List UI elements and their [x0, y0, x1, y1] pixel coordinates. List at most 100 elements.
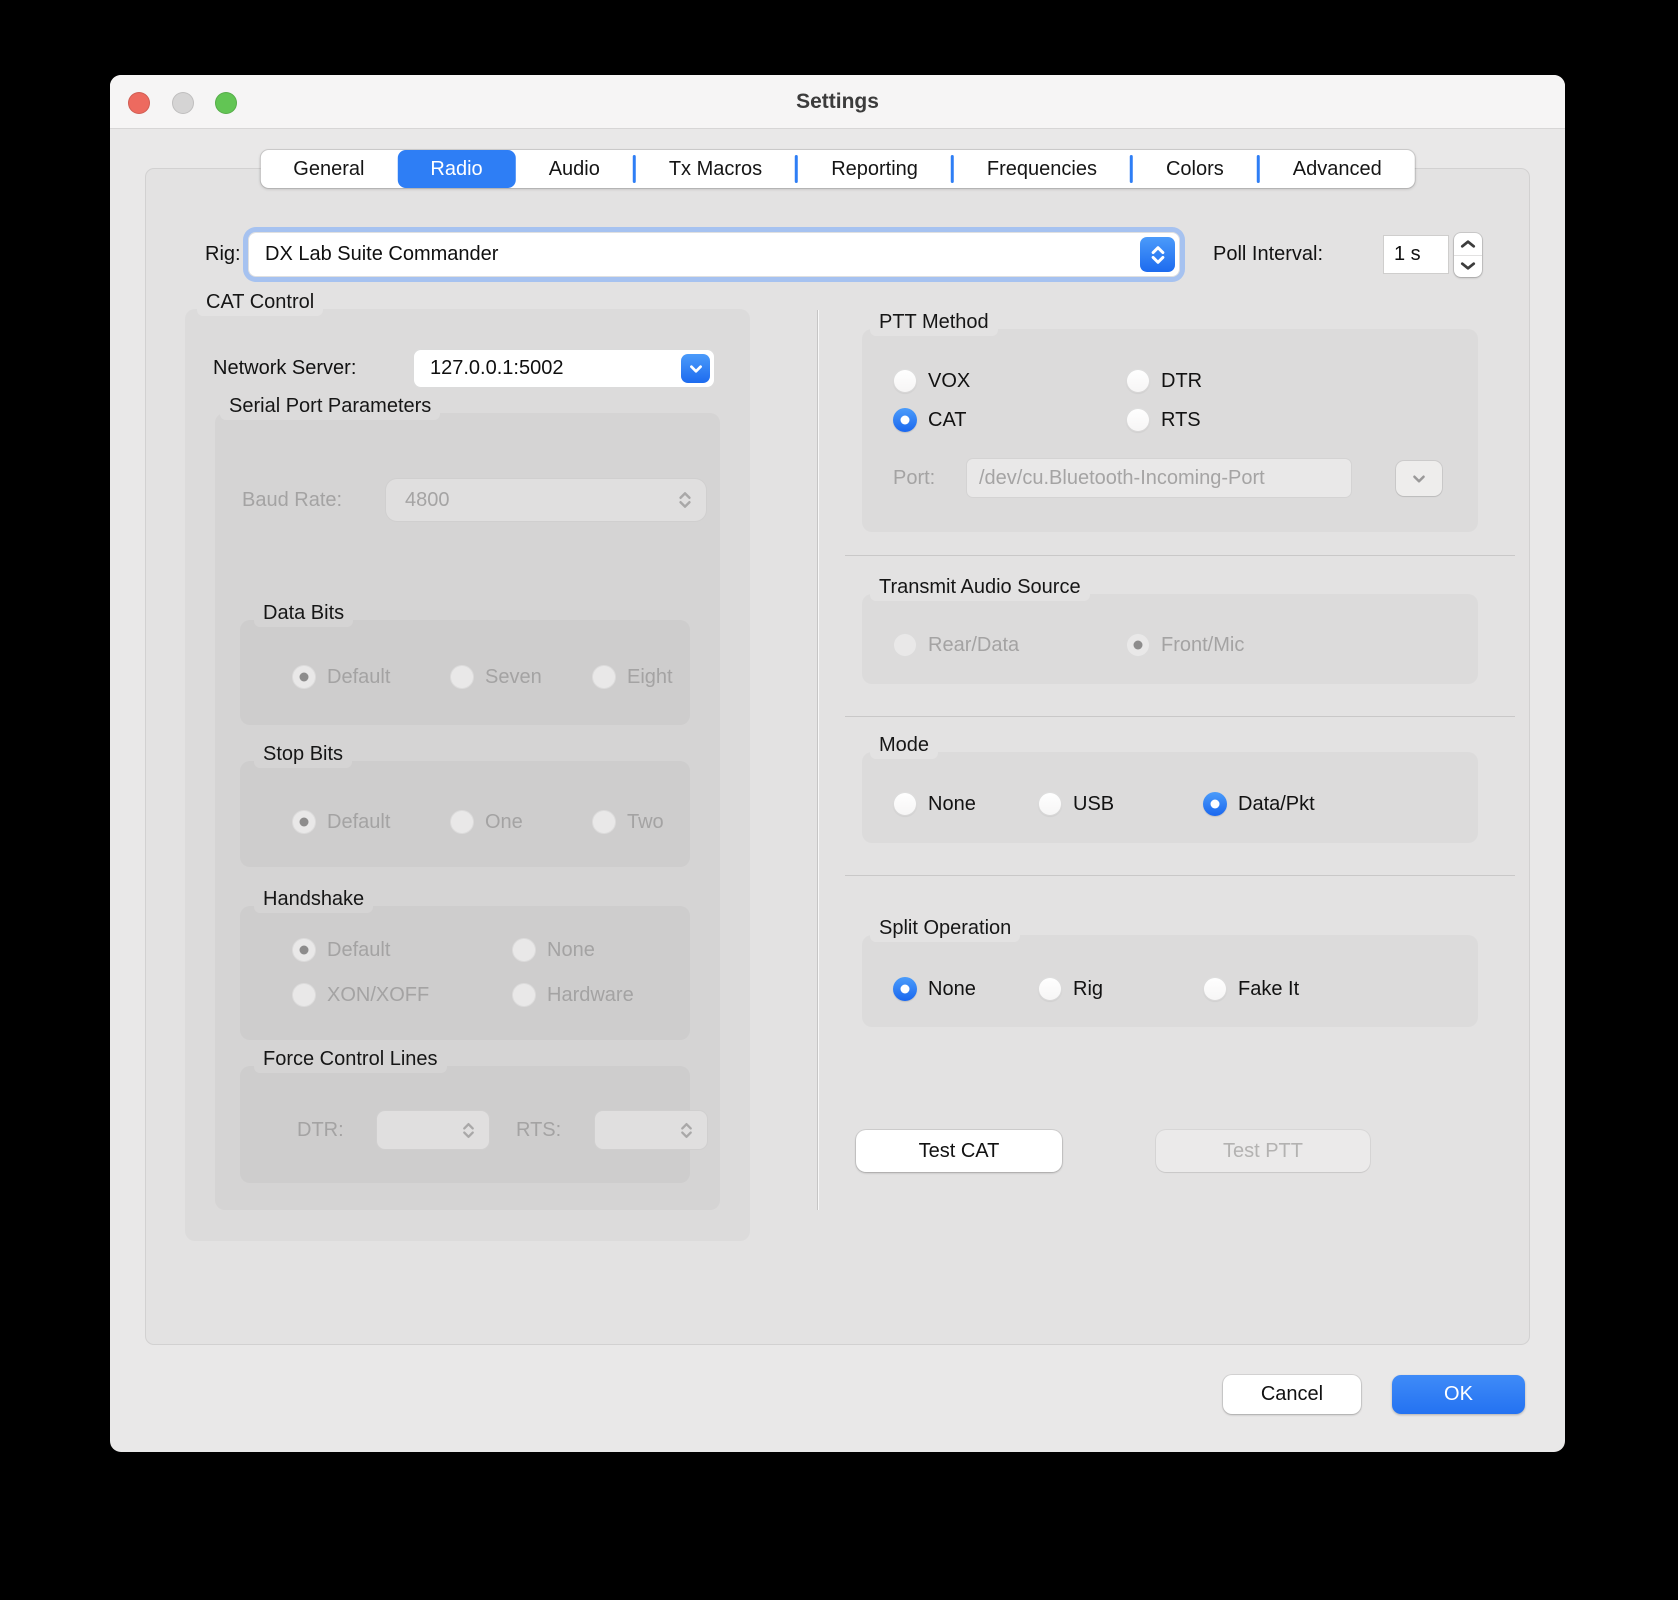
tab-general[interactable]: General — [260, 150, 397, 188]
port-dropdown-button — [1396, 461, 1442, 496]
chevron-up-down-icon — [677, 490, 693, 510]
poll-interval-input[interactable] — [1383, 235, 1449, 274]
chevron-down-icon[interactable] — [681, 354, 710, 383]
radio-ptt-cat[interactable]: CAT — [893, 407, 967, 433]
dtr-row: DTR: — [297, 1110, 344, 1150]
radio-split-rig[interactable]: Rig — [1038, 976, 1103, 1002]
radio-split-none[interactable]: None — [893, 976, 976, 1002]
radio-icon — [292, 810, 316, 834]
split-operation-title: Split Operation — [870, 914, 1021, 942]
radio-icon — [592, 810, 616, 834]
rig-label: Rig: — [205, 243, 241, 265]
tab-reporting[interactable]: Reporting — [798, 150, 951, 188]
radio-handshake-xon-xoff: XON/XOFF — [292, 982, 429, 1008]
rig-combo[interactable]: DX Lab Suite Commander — [248, 232, 1180, 277]
tab-audio[interactable]: Audio — [516, 150, 633, 188]
radio-handshake-default: Default — [292, 937, 390, 963]
rts-label: RTS: — [516, 1118, 562, 1141]
baud-rate-dropdown: 4800 — [385, 478, 707, 522]
radio-mode-none[interactable]: None — [893, 791, 976, 817]
section-separator — [845, 555, 1515, 556]
rig-row: Rig: — [205, 232, 241, 277]
rts-row: RTS: — [516, 1110, 561, 1150]
radio-ptt-rts[interactable]: RTS — [1126, 407, 1201, 433]
radio-data-bits-seven: Seven — [450, 664, 542, 690]
radio-handshake-hardware: Hardware — [512, 982, 634, 1008]
radio-stop-bits-default: Default — [292, 809, 390, 835]
radio-icon[interactable] — [893, 408, 917, 432]
tab-bar: General Radio Audio Tx Macros Reporting … — [260, 150, 1415, 188]
cat-control-title: CAT Control — [197, 288, 324, 316]
radio-icon[interactable] — [893, 977, 917, 1001]
radio-tas-front-mic: Front/Mic — [1126, 632, 1244, 658]
section-separator — [845, 716, 1515, 717]
tab-colors[interactable]: Colors — [1133, 150, 1257, 188]
mode-title: Mode — [870, 731, 939, 759]
data-bits-title: Data Bits — [254, 599, 354, 627]
section-separator — [845, 875, 1515, 876]
network-server-value: 127.0.0.1:5002 — [430, 357, 564, 379]
chevron-up-down-icon — [679, 1121, 694, 1140]
radio-icon — [512, 983, 536, 1007]
radio-icon — [893, 633, 917, 657]
radio-icon[interactable] — [1203, 977, 1227, 1001]
poll-interval-label: Poll Interval: — [1213, 243, 1324, 265]
chevron-up-down-icon[interactable] — [1140, 237, 1175, 272]
screen: Settings General Radio Audio Tx Macros R… — [0, 0, 1678, 1600]
radio-icon[interactable] — [1126, 408, 1150, 432]
radio-data-bits-default: Default — [292, 664, 390, 690]
port-row: Port: — [893, 458, 935, 498]
ok-button[interactable]: OK — [1392, 1375, 1525, 1414]
radio-icon — [450, 810, 474, 834]
stop-bits-title: Stop Bits — [254, 740, 353, 768]
radio-icon[interactable] — [893, 369, 917, 393]
serial-port-parameters-title: Serial Port Parameters — [220, 392, 441, 420]
chevron-up-down-icon — [461, 1121, 476, 1140]
port-field: /dev/cu.Bluetooth-Incoming-Port — [966, 458, 1352, 498]
radio-icon — [512, 938, 536, 962]
radio-ptt-vox[interactable]: VOX — [893, 368, 970, 394]
network-server-combo[interactable]: 127.0.0.1:5002 — [413, 349, 715, 388]
settings-window: Settings General Radio Audio Tx Macros R… — [110, 75, 1565, 1452]
handshake-box — [240, 906, 690, 1040]
radio-mode-usb[interactable]: USB — [1038, 791, 1114, 817]
ptt-method-title: PTT Method — [870, 308, 998, 336]
handshake-title: Handshake — [254, 885, 374, 913]
stepper-down-icon[interactable] — [1454, 256, 1482, 278]
radio-mode-data-pkt[interactable]: Data/Pkt — [1203, 791, 1315, 817]
radio-stop-bits-one: One — [450, 809, 523, 835]
cancel-button[interactable]: Cancel — [1223, 1375, 1361, 1414]
test-cat-button[interactable]: Test CAT — [856, 1130, 1062, 1172]
port-label: Port: — [893, 466, 936, 489]
transmit-audio-source-title: Transmit Audio Source — [870, 573, 1090, 601]
rts-dropdown — [594, 1110, 708, 1150]
radio-icon — [292, 665, 316, 689]
tab-tx-macros[interactable]: Tx Macros — [636, 150, 795, 188]
tab-frequencies[interactable]: Frequencies — [954, 150, 1130, 188]
dtr-dropdown — [376, 1110, 490, 1150]
radio-ptt-dtr[interactable]: DTR — [1126, 368, 1202, 394]
tab-advanced[interactable]: Advanced — [1260, 150, 1415, 188]
radio-icon — [292, 938, 316, 962]
radio-icon[interactable] — [1038, 792, 1062, 816]
stepper-up-icon[interactable] — [1454, 233, 1482, 256]
tab-radio[interactable]: Radio — [397, 150, 516, 188]
network-server-label: Network Server: — [213, 357, 357, 379]
radio-stop-bits-two: Two — [592, 809, 664, 835]
baud-rate-row: Baud Rate: — [242, 478, 342, 522]
radio-icon[interactable] — [1203, 792, 1227, 816]
radio-tas-rear-data: Rear/Data — [893, 632, 1019, 658]
radio-data-bits-eight: Eight — [592, 664, 673, 690]
radio-icon[interactable] — [1038, 977, 1062, 1001]
radio-split-fake-it[interactable]: Fake It — [1203, 976, 1299, 1002]
baud-rate-value: 4800 — [405, 488, 450, 511]
radio-icon — [592, 665, 616, 689]
radio-icon — [1126, 633, 1150, 657]
chevron-down-icon — [1411, 473, 1427, 485]
baud-rate-label: Baud Rate: — [242, 488, 343, 511]
poll-interval-stepper[interactable] — [1454, 233, 1482, 277]
radio-icon[interactable] — [1126, 369, 1150, 393]
test-ptt-button: Test PTT — [1156, 1130, 1370, 1172]
rig-combo-value: DX Lab Suite Commander — [265, 243, 499, 265]
radio-icon[interactable] — [893, 792, 917, 816]
